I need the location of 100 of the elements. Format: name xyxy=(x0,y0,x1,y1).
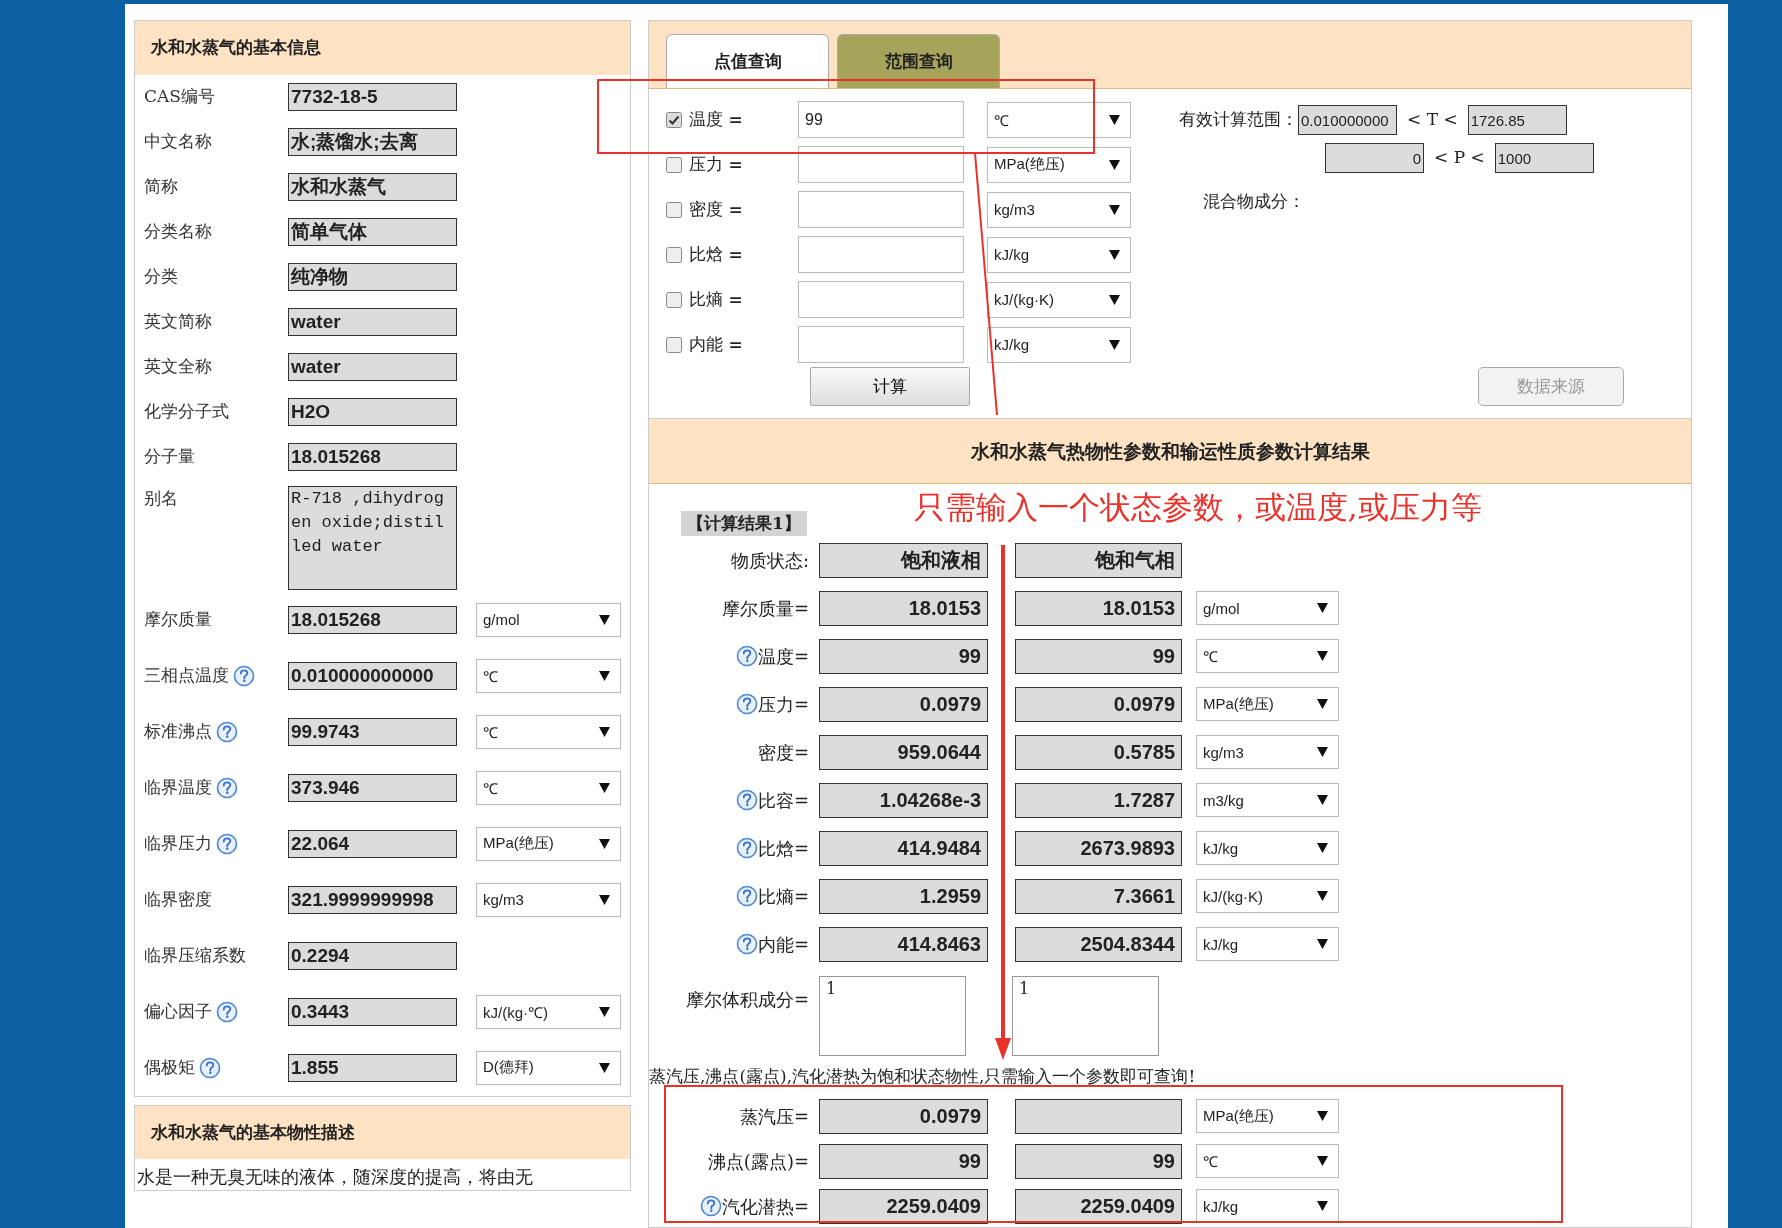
tab[interactable]: 点值查询 xyxy=(666,34,829,88)
help-icon[interactable] xyxy=(735,885,758,907)
checkbox[interactable] xyxy=(666,336,682,353)
input-field[interactable] xyxy=(798,326,964,363)
checkbox[interactable] xyxy=(666,111,682,128)
field-label: 沸点(露点)= xyxy=(707,1149,809,1174)
caret-icon xyxy=(1109,339,1120,350)
unit-dropdown[interactable]: MPa(绝压) xyxy=(987,146,1131,183)
field-label: 偶极矩 xyxy=(144,1055,195,1079)
unit-dropdown[interactable]: m3/kg xyxy=(1196,783,1339,817)
caret-icon xyxy=(1109,249,1120,260)
input-field[interactable]: 99 xyxy=(798,101,964,138)
unit-dropdown[interactable]: MPa(绝压) xyxy=(1196,687,1339,721)
unit-dropdown[interactable]: kJ/(kg·K) xyxy=(987,281,1131,318)
unit-dropdown[interactable]: kJ/kg xyxy=(1196,831,1339,865)
help-icon[interactable] xyxy=(216,832,238,855)
unit-dropdown[interactable]: ℃ xyxy=(476,658,621,693)
value-field: water xyxy=(288,308,457,336)
unit-dropdown[interactable]: kg/m3 xyxy=(1196,735,1339,769)
help-icon[interactable] xyxy=(699,1195,722,1217)
field-label: CAS编号 xyxy=(144,85,215,109)
value-field: 22.064 xyxy=(288,829,457,858)
output-field: 1.2959 xyxy=(819,878,988,914)
value-field: 纯净物 xyxy=(288,263,457,291)
unit-dropdown[interactable]: kJ/kg xyxy=(987,326,1131,363)
field-label: 比熵= xyxy=(757,884,809,909)
help-icon[interactable] xyxy=(735,693,758,715)
output-field: 959.0644 xyxy=(819,734,988,770)
unit-dropdown[interactable]: kJ/kg xyxy=(1196,1189,1339,1223)
range-symbol: < P < xyxy=(1433,146,1486,170)
help-icon[interactable] xyxy=(735,933,758,955)
checkbox[interactable] xyxy=(666,201,682,218)
unit-dropdown[interactable]: kJ/kg xyxy=(1196,927,1339,961)
caret-icon xyxy=(599,1006,610,1017)
caret-icon xyxy=(1317,795,1328,805)
caret-icon xyxy=(1317,1156,1328,1166)
phase-field: 饱和气相 xyxy=(1015,542,1182,578)
output-field: 99 xyxy=(1015,1143,1182,1179)
help-icon[interactable] xyxy=(216,720,238,743)
caret-icon xyxy=(599,782,610,793)
value-field: 321.9999999998 xyxy=(288,885,457,914)
unit-dropdown[interactable]: g/mol xyxy=(476,602,621,637)
unit-dropdown[interactable]: ℃ xyxy=(987,101,1131,138)
help-icon[interactable] xyxy=(199,1056,221,1079)
caret-icon xyxy=(1109,114,1120,125)
unit-dropdown[interactable]: D(德拜) xyxy=(476,1050,621,1085)
tab[interactable]: 范围查询 xyxy=(837,34,1000,88)
caret-icon xyxy=(599,838,610,849)
unit-dropdown[interactable]: kg/m3 xyxy=(987,191,1131,228)
output-field: 414.9484 xyxy=(819,830,988,866)
input-field[interactable] xyxy=(798,281,964,318)
value-field: water xyxy=(288,353,457,381)
section-header: 水和水蒸气的基本信息 xyxy=(135,21,630,75)
input-field[interactable] xyxy=(798,146,964,183)
help-icon[interactable] xyxy=(735,789,758,811)
unit-dropdown[interactable]: MPa(绝压) xyxy=(1196,1099,1339,1133)
checkbox[interactable] xyxy=(666,291,682,308)
help-icon[interactable] xyxy=(233,664,255,687)
annotation-text: 只需输入一个状态参数，或温度,或压力等 xyxy=(913,490,1482,524)
text-area[interactable]: 1 xyxy=(1012,976,1159,1056)
text-area[interactable]: 1 xyxy=(819,976,966,1056)
field-label: 临界压力 xyxy=(144,831,212,855)
unit-dropdown[interactable]: ℃ xyxy=(1196,1144,1339,1178)
unit-dropdown[interactable]: g/mol xyxy=(1196,591,1339,625)
unit-dropdown[interactable]: kJ/kg xyxy=(987,236,1131,273)
help-icon[interactable] xyxy=(735,837,758,859)
checkbox[interactable] xyxy=(666,246,682,263)
field-label: 汽化潜热= xyxy=(721,1194,809,1219)
output-field: 18.0153 xyxy=(1015,590,1182,626)
section-header: 水和水蒸气热物性参数和输运性质参数计算结果 xyxy=(649,418,1691,484)
field-label: 比熵 = xyxy=(689,287,744,311)
value-field: R-718 ,dihydrogen oxide;distilled water xyxy=(288,485,457,590)
unit-dropdown[interactable]: MPa(绝压) xyxy=(476,826,621,861)
caret-icon xyxy=(1317,699,1328,709)
unit-dropdown[interactable]: ℃ xyxy=(476,770,621,805)
unit-dropdown[interactable]: kJ/(kg·K) xyxy=(1196,879,1339,913)
output-field: 2259.0409 xyxy=(1015,1188,1182,1224)
caret-icon xyxy=(1317,843,1328,853)
field-label: 内能= xyxy=(757,932,809,957)
field-label: 标准沸点 xyxy=(144,719,212,743)
button[interactable]: 计算 xyxy=(810,367,970,406)
value-field: 373.946 xyxy=(288,773,457,802)
output-field: 18.0153 xyxy=(819,590,988,626)
caret-icon xyxy=(1109,159,1120,170)
caret-icon xyxy=(1109,294,1120,305)
unit-dropdown[interactable]: kg/m3 xyxy=(476,882,621,917)
caret-icon xyxy=(1317,747,1328,757)
help-icon[interactable] xyxy=(735,645,758,667)
unit-dropdown[interactable]: ℃ xyxy=(1196,639,1339,673)
checkbox[interactable] xyxy=(666,156,682,173)
help-icon[interactable] xyxy=(216,1000,238,1023)
input-field[interactable] xyxy=(798,236,964,273)
help-icon[interactable] xyxy=(216,776,238,799)
input-field[interactable] xyxy=(798,191,964,228)
caret-icon xyxy=(1317,891,1328,901)
value-field: H2O xyxy=(288,398,457,426)
field-label: 温度= xyxy=(757,644,809,669)
caret-icon xyxy=(1317,1111,1328,1121)
unit-dropdown[interactable]: kJ/(kg·℃) xyxy=(476,994,621,1029)
unit-dropdown[interactable]: ℃ xyxy=(476,714,621,749)
